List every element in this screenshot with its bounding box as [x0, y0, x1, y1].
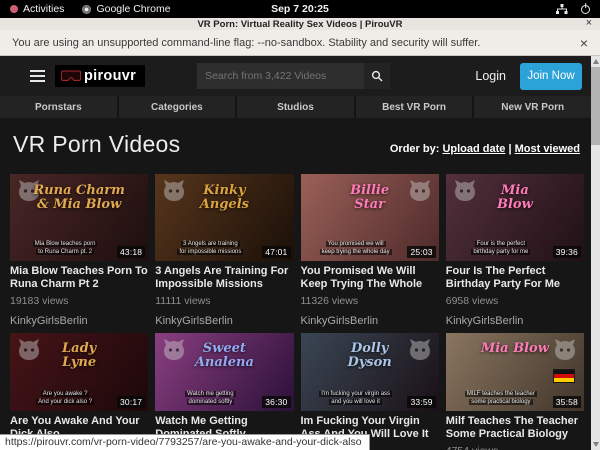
german-flag-icon [553, 369, 575, 383]
duration-badge: 36:30 [262, 396, 290, 408]
order-upload-date-link[interactable]: Upload date [442, 143, 505, 155]
thumbnail-caption: Watch me gettingdominated softly [161, 390, 259, 406]
nav-item-pornstars[interactable]: Pornstars [0, 96, 117, 118]
video-views: 6958 views [446, 295, 584, 307]
video-title[interactable]: Milf Teaches The Teacher Some Practical … [446, 415, 584, 440]
nav-item-best-vr[interactable]: Best VR Porn [356, 96, 473, 118]
thumbnail-overlay-name: Lady Lyne [10, 342, 148, 370]
duration-badge: 39:36 [553, 246, 581, 258]
thumbnail-caption: I'm fucking your virgin assand you will … [307, 390, 405, 406]
video-card[interactable]: Dolly Dyson I'm fucking your virgin assa… [301, 333, 439, 450]
page-viewport: pirouvr Login Join Now Pornstars Categor… [0, 56, 600, 450]
video-thumbnail[interactable]: Billie Star You promised we willkeep try… [301, 174, 439, 261]
video-thumbnail[interactable]: Lady Lyne Are you awake ?And your dick a… [10, 333, 148, 411]
warning-close-icon[interactable]: × [580, 36, 588, 50]
video-views: 11111 views [155, 295, 293, 307]
video-card[interactable]: Mia Blow MILF teaches the teachersome pr… [446, 333, 584, 450]
video-card[interactable]: Runa Charm & Mia Blow Mia Blow teaches p… [10, 174, 148, 328]
clock[interactable]: Sep 7 20:25 [0, 3, 600, 15]
nav-item-categories[interactable]: Categories [119, 96, 236, 118]
video-card[interactable]: Mia Blow Four is the perfectbirthday par… [446, 174, 584, 328]
nav-item-new-vr[interactable]: New VR Porn [474, 96, 591, 118]
video-thumbnail[interactable]: Mia Blow Four is the perfectbirthday par… [446, 174, 584, 261]
site-logo[interactable]: pirouvr [55, 65, 145, 87]
power-icon[interactable] [581, 5, 590, 14]
thumbnail-caption: MILF teaches the teachersome practical b… [452, 390, 550, 406]
search-button[interactable] [364, 63, 390, 89]
tab-title[interactable]: VR Porn: Virtual Reality Sex Videos | Pi… [197, 19, 402, 30]
warning-text: You are using an unsupported command-lin… [12, 37, 480, 49]
duration-badge: 33:59 [407, 396, 435, 408]
video-grid-row-2: Lady Lyne Are you awake ?And your dick a… [0, 333, 600, 450]
video-thumbnail[interactable]: Sweet Analena Watch me gettingdominated … [155, 333, 293, 411]
scroll-down-arrow-icon[interactable] [593, 442, 599, 447]
menu-hamburger-icon[interactable] [30, 70, 45, 83]
browser-tab-bar: VR Porn: Virtual Reality Sex Videos | Pi… [0, 18, 600, 30]
thumbnail-overlay-name: Billie Star [301, 184, 439, 212]
studio-link[interactable]: KinkyGirlsBerlin [301, 315, 439, 328]
order-most-viewed-link[interactable]: Most viewed [515, 143, 580, 155]
search-icon [371, 70, 383, 82]
studio-link[interactable]: KinkyGirlsBerlin [155, 315, 293, 328]
search-input[interactable] [197, 63, 364, 89]
video-title[interactable]: Four Is The Perfect Birthday Party For M… [446, 265, 584, 290]
video-thumbnail[interactable]: Dolly Dyson I'm fucking your virgin assa… [301, 333, 439, 411]
site-logo-text: pirouvr [84, 68, 136, 84]
video-views: 11326 views [301, 295, 439, 307]
thumbnail-caption: 3 Angels are trainingfor impossible miss… [161, 240, 259, 256]
page-header: VR Porn Videos Order by: Upload date | M… [0, 118, 600, 169]
video-views: 4754 views [446, 445, 584, 450]
studio-link[interactable]: KinkyGirlsBerlin [10, 315, 148, 328]
video-thumbnail[interactable]: Runa Charm & Mia Blow Mia Blow teaches p… [10, 174, 148, 261]
vr-goggles-icon [61, 70, 81, 83]
order-by: Order by: Upload date | Most viewed [390, 143, 580, 155]
video-card[interactable]: Lady Lyne Are you awake ?And your dick a… [10, 333, 148, 450]
duration-badge: 30:17 [117, 396, 145, 408]
vertical-scrollbar[interactable] [591, 56, 600, 450]
thumbnail-caption: Four is the perfectbirthday party for me [452, 240, 550, 256]
thumbnail-overlay-name: Dolly Dyson [301, 342, 439, 370]
thumbnail-caption: You promised we willkeep trying the whol… [307, 240, 405, 256]
thumbnail-overlay-name: Runa Charm & Mia Blow [10, 184, 148, 212]
page-title: VR Porn Videos [13, 131, 180, 158]
scroll-up-arrow-icon[interactable] [593, 59, 599, 64]
system-top-bar: Activities Google Chrome Sep 7 20:25 [0, 0, 600, 18]
thumbnail-overlay-name: Mia Blow [446, 342, 584, 356]
video-title[interactable]: Mia Blow Teaches Porn To Runa Charm Pt 2 [10, 265, 148, 290]
order-by-label: Order by: [390, 143, 440, 155]
tab-close-icon[interactable]: × [586, 17, 592, 29]
thumbnail-overlay-name: Kinky Angels [155, 184, 293, 212]
video-views: 19183 views [10, 295, 148, 307]
order-separator: | [508, 143, 511, 155]
video-title[interactable]: You Promised We Will Keep Trying The Who… [301, 265, 439, 290]
video-grid-row-1: Runa Charm & Mia Blow Mia Blow teaches p… [0, 174, 600, 328]
video-card[interactable]: Sweet Analena Watch me gettingdominated … [155, 333, 293, 450]
video-thumbnail[interactable]: Kinky Angels 3 Angels are trainingfor im… [155, 174, 293, 261]
search-bar [197, 63, 390, 89]
video-card[interactable]: Kinky Angels 3 Angels are trainingfor im… [155, 174, 293, 328]
status-bar-url: https://pirouvr.com/vr-porn-video/779325… [0, 434, 370, 450]
site-header: pirouvr Login Join Now [0, 56, 600, 96]
video-title[interactable]: 3 Angels Are Training For Impossible Mis… [155, 265, 293, 290]
thumbnail-overlay-name: Mia Blow [446, 184, 584, 212]
main-nav: Pornstars Categories Studios Best VR Por… [0, 96, 591, 118]
duration-badge: 35:58 [553, 396, 581, 408]
duration-badge: 43:18 [117, 246, 145, 258]
join-now-button[interactable]: Join Now [520, 63, 582, 90]
nav-item-studios[interactable]: Studios [237, 96, 354, 118]
studio-link[interactable]: KinkyGirlsBerlin [446, 315, 584, 328]
duration-badge: 25:03 [407, 246, 435, 258]
thumbnail-caption: Are you awake ?And your dick also ? [16, 390, 114, 406]
sandbox-warning-bar: You are using an unsupported command-lin… [0, 30, 600, 56]
thumbnail-caption: Mia Blow teaches pornto Runa Charm pt. 2 [16, 240, 114, 256]
duration-badge: 47:01 [262, 246, 290, 258]
scrollbar-thumb[interactable] [591, 67, 600, 145]
video-card[interactable]: Billie Star You promised we willkeep try… [301, 174, 439, 328]
login-link[interactable]: Login [475, 69, 506, 83]
thumbnail-overlay-name: Sweet Analena [155, 342, 293, 370]
video-thumbnail[interactable]: Mia Blow MILF teaches the teachersome pr… [446, 333, 584, 411]
